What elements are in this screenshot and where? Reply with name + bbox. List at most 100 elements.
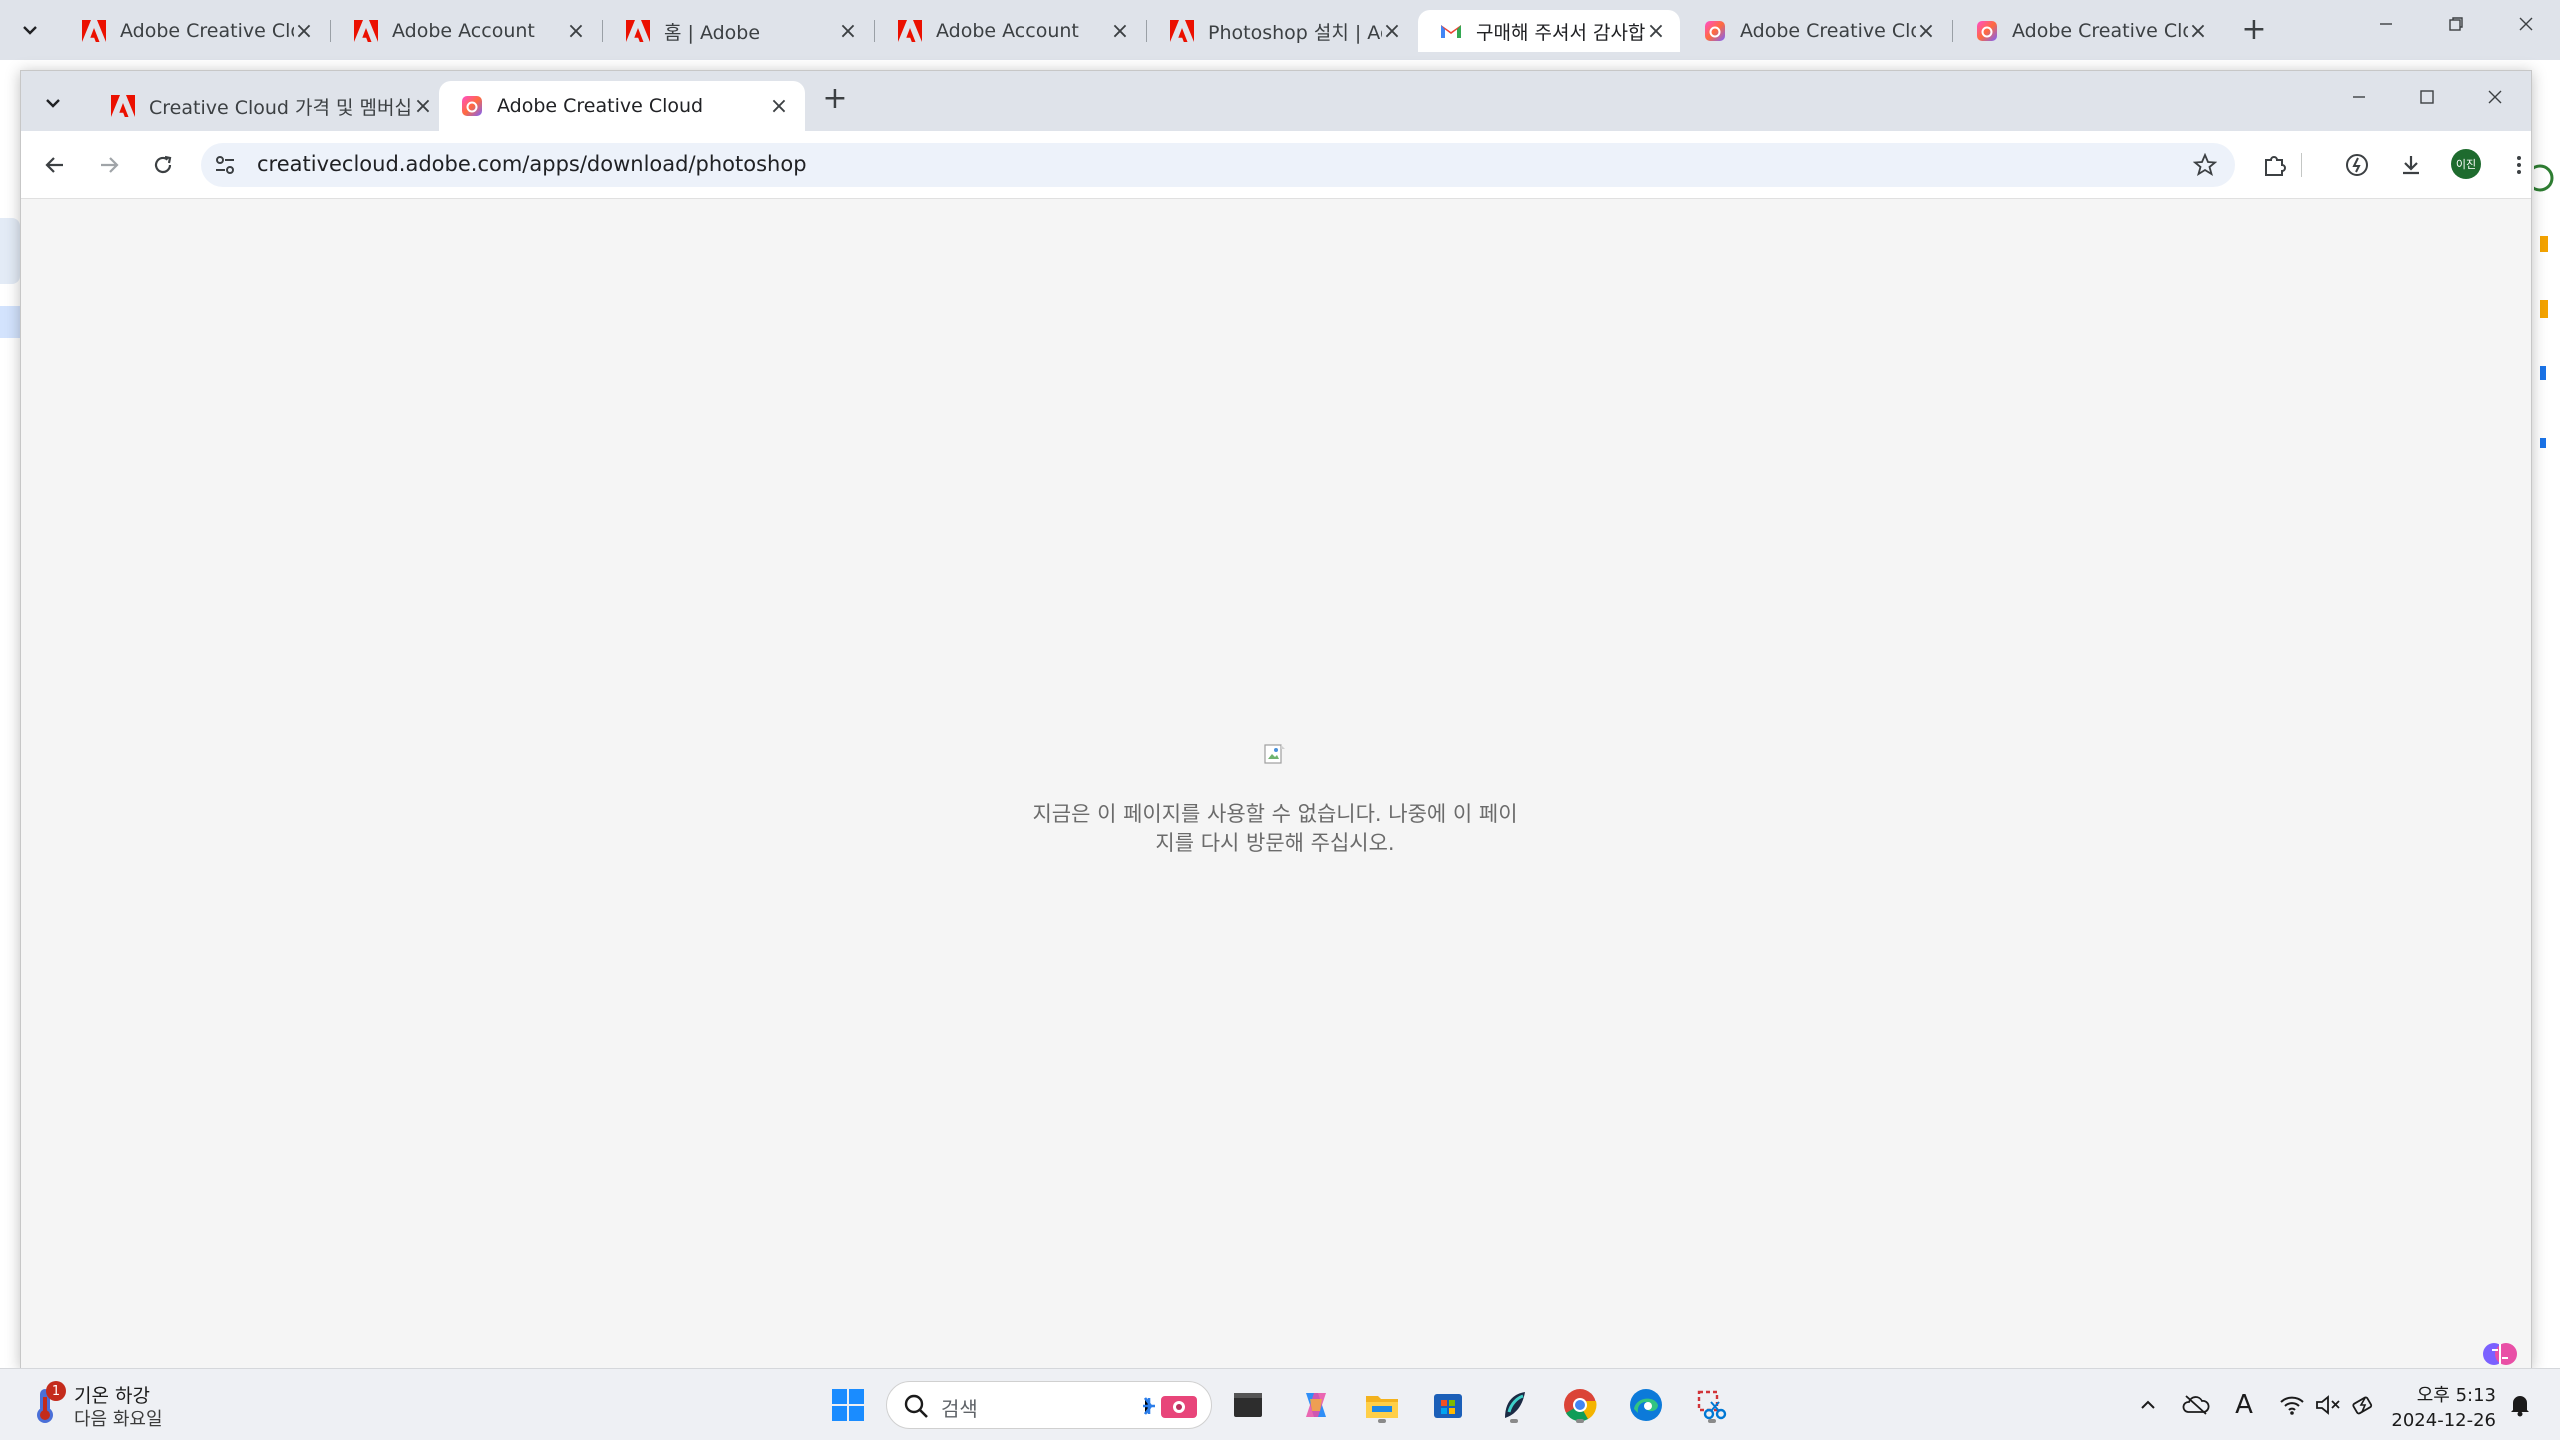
back-tab-2[interactable]: Adobe Account × bbox=[332, 10, 600, 52]
tab-search-button[interactable] bbox=[33, 83, 73, 123]
taskbar-app-edge[interactable] bbox=[1624, 1383, 1668, 1427]
close-icon[interactable]: × bbox=[1646, 19, 1666, 44]
forward-button[interactable] bbox=[89, 145, 129, 185]
back-tab-strip: Adobe Creative Cloud × Adobe Account × 홈… bbox=[0, 0, 2560, 60]
back-button[interactable] bbox=[35, 145, 75, 185]
back-tab-6-active[interactable]: 구매해 주셔서 감사합니다 × bbox=[1418, 10, 1680, 52]
minimize-icon bbox=[2380, 23, 2392, 25]
chevron-down-icon bbox=[23, 26, 37, 35]
colored-marker bbox=[2540, 438, 2546, 448]
onedrive-tray-button[interactable] bbox=[2180, 1389, 2212, 1421]
reload-button[interactable] bbox=[143, 145, 183, 185]
front-tab-1-title: Creative Cloud 가격 및 멤버십 bbox=[149, 96, 412, 119]
start-button[interactable] bbox=[826, 1383, 870, 1427]
back-window-right-sliver bbox=[2532, 150, 2560, 1350]
window-close-button[interactable] bbox=[2506, 14, 2546, 39]
taskbar-search-box[interactable]: 검색 bbox=[886, 1381, 1212, 1429]
back-tab-8[interactable]: Adobe Creative Cloud × bbox=[1954, 10, 2222, 52]
taskbar-app-file-explorer[interactable] bbox=[1360, 1383, 1404, 1427]
front-tab-2-active[interactable]: Adobe Creative Cloud × bbox=[439, 81, 805, 131]
search-placeholder: 검색 bbox=[941, 1397, 978, 1421]
close-icon[interactable]: × bbox=[2188, 19, 2208, 44]
back-window-sidebar-sliver bbox=[0, 306, 20, 338]
new-tab-button[interactable]: + bbox=[2234, 12, 2274, 47]
reload-icon bbox=[154, 155, 172, 174]
wifi-tray-button[interactable] bbox=[2276, 1389, 2308, 1421]
front-tab-strip: Creative Cloud 가격 및 멤버십 × Adobe Creative… bbox=[21, 71, 2531, 131]
back-tab-7-title: Adobe Creative Cloud bbox=[1740, 20, 1916, 42]
taskbar-app-snipping-tool[interactable] bbox=[1690, 1383, 1734, 1427]
floating-app-button[interactable] bbox=[2480, 1334, 2520, 1374]
tab-separator bbox=[330, 20, 331, 42]
browser-toolbar: creativecloud.adobe.com/apps/download/ph… bbox=[21, 131, 2531, 199]
search-icon bbox=[904, 1394, 928, 1418]
back-tab-5[interactable]: Photoshop 설치 | Adobe × bbox=[1148, 10, 1416, 52]
close-icon[interactable]: × bbox=[566, 19, 586, 44]
battery-charging-icon bbox=[2352, 1396, 2373, 1415]
close-icon[interactable]: × bbox=[1382, 19, 1402, 44]
taskbar-app-copilot[interactable] bbox=[1294, 1383, 1338, 1427]
minimize-button[interactable] bbox=[2366, 14, 2406, 39]
url-text: creativecloud.adobe.com/apps/download/ph… bbox=[257, 152, 807, 176]
clock-date: 2024-12-26 bbox=[2391, 1410, 2496, 1431]
front-tab-1[interactable]: Creative Cloud 가격 및 멤버십 × bbox=[89, 81, 449, 131]
back-tab-4[interactable]: Adobe Account × bbox=[876, 10, 1144, 52]
running-indicator bbox=[1378, 1419, 1386, 1423]
close-icon[interactable]: × bbox=[1916, 19, 1936, 44]
maximize-button[interactable] bbox=[2407, 87, 2447, 112]
battery-tray-button[interactable] bbox=[2348, 1389, 2380, 1421]
feather-app-icon bbox=[1505, 1392, 1525, 1418]
restore-button[interactable] bbox=[2436, 14, 2476, 39]
taskbar-app-terminal[interactable] bbox=[1226, 1383, 1270, 1427]
creative-cloud-icon bbox=[462, 96, 482, 116]
profile-avatar[interactable]: 이진 bbox=[2451, 149, 2481, 179]
back-tab-3[interactable]: 홈 | Adobe × bbox=[604, 10, 872, 52]
show-hidden-icons-button[interactable] bbox=[2132, 1389, 2164, 1421]
downloads-button[interactable] bbox=[2391, 145, 2431, 185]
minimize-button[interactable] bbox=[2339, 87, 2379, 112]
back-window-sidebar-sliver bbox=[0, 218, 20, 284]
terminal-icon bbox=[1234, 1393, 1262, 1417]
close-icon[interactable]: × bbox=[1110, 19, 1130, 44]
volume-tray-button[interactable] bbox=[2312, 1389, 2344, 1421]
tab-separator bbox=[874, 20, 875, 42]
close-icon[interactable]: × bbox=[413, 94, 433, 119]
back-tab-7[interactable]: Adobe Creative Cloud × bbox=[1682, 10, 1950, 52]
taskbar-app-chrome[interactable] bbox=[1558, 1383, 1602, 1427]
system-clock[interactable]: 오후 5:13 2024-12-26 bbox=[2390, 1381, 2496, 1431]
site-settings-icon[interactable] bbox=[213, 153, 237, 177]
bookmark-star-icon[interactable] bbox=[2193, 153, 2217, 177]
copilot-icon bbox=[1306, 1393, 1326, 1417]
cloud-offline-icon bbox=[2182, 1395, 2210, 1415]
running-indicator bbox=[1510, 1419, 1518, 1423]
performance-button[interactable] bbox=[2337, 145, 2377, 185]
address-bar[interactable]: creativecloud.adobe.com/apps/download/ph… bbox=[201, 143, 2235, 187]
new-tab-button[interactable]: + bbox=[815, 81, 855, 116]
chevron-up-icon bbox=[2141, 1400, 2155, 1409]
ime-indicator[interactable]: A bbox=[2228, 1389, 2260, 1421]
close-icon[interactable]: × bbox=[838, 19, 858, 44]
extensions-button[interactable] bbox=[2255, 145, 2295, 185]
weather-widget[interactable]: 1 기온 하강 다음 화요일 bbox=[28, 1379, 188, 1431]
window-close-button[interactable] bbox=[2475, 87, 2515, 112]
menu-button[interactable] bbox=[2499, 145, 2539, 185]
notification-center-button[interactable] bbox=[2504, 1389, 2536, 1421]
front-tab-2-title: Adobe Creative Cloud bbox=[497, 95, 704, 117]
tab-search-button[interactable] bbox=[10, 10, 50, 50]
taskbar-app-store[interactable] bbox=[1426, 1383, 1470, 1427]
store-icon bbox=[1434, 1394, 1462, 1418]
close-icon[interactable]: × bbox=[769, 94, 789, 119]
back-tab-3-title: 홈 | Adobe bbox=[664, 21, 761, 44]
unavailable-message: 지금은 이 페이지를 사용할 수 없습니다. 나중에 이 페이지를 다시 방문해… bbox=[1032, 802, 1518, 855]
close-icon[interactable]: × bbox=[294, 19, 314, 44]
back-tab-1-title: Adobe Creative Cloud bbox=[120, 20, 294, 42]
clock-time: 오후 5:13 bbox=[2416, 1385, 2496, 1406]
weather-subtitle: 다음 화요일 bbox=[74, 1409, 163, 1430]
edge-icon bbox=[1630, 1389, 1662, 1421]
back-tab-1[interactable]: Adobe Creative Cloud × bbox=[60, 10, 328, 52]
creative-cloud-icon bbox=[1977, 21, 1997, 41]
snipping-tool-icon bbox=[1697, 1390, 1727, 1420]
wifi-icon bbox=[2280, 1396, 2304, 1415]
volume-muted-icon bbox=[2316, 1395, 2340, 1415]
taskbar-app-feather[interactable] bbox=[1492, 1383, 1536, 1427]
